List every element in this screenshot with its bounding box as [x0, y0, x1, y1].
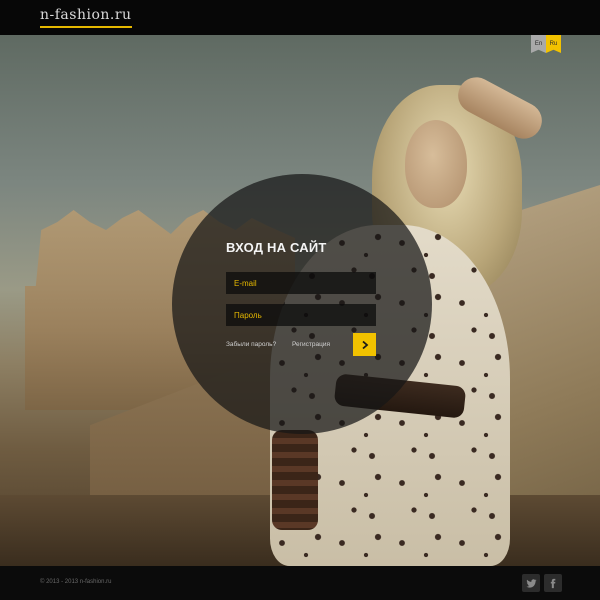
- chevron-right-icon: [361, 340, 368, 349]
- copyright-text: © 2013 - 2013 n-fashion.ru: [40, 579, 112, 585]
- site-footer: © 2013 - 2013 n-fashion.ru: [0, 566, 600, 600]
- facebook-icon: [550, 578, 556, 588]
- model-face-shape: [405, 120, 467, 208]
- twitter-icon: [525, 578, 537, 588]
- login-submit-button[interactable]: [353, 333, 376, 356]
- forgot-password-link[interactable]: Забыли пароль?: [226, 341, 276, 348]
- login-title: ВХОД НА САЙТ: [226, 240, 327, 255]
- facebook-button[interactable]: [544, 574, 562, 592]
- model-bracelet-shape: [272, 430, 318, 530]
- site-logo[interactable]: n-fashion.ru: [40, 7, 132, 28]
- twitter-button[interactable]: [522, 574, 540, 592]
- register-link[interactable]: Регистрация: [292, 341, 330, 348]
- site-header: n-fashion.ru: [0, 0, 600, 35]
- password-input[interactable]: [226, 304, 376, 326]
- email-input[interactable]: [226, 272, 376, 294]
